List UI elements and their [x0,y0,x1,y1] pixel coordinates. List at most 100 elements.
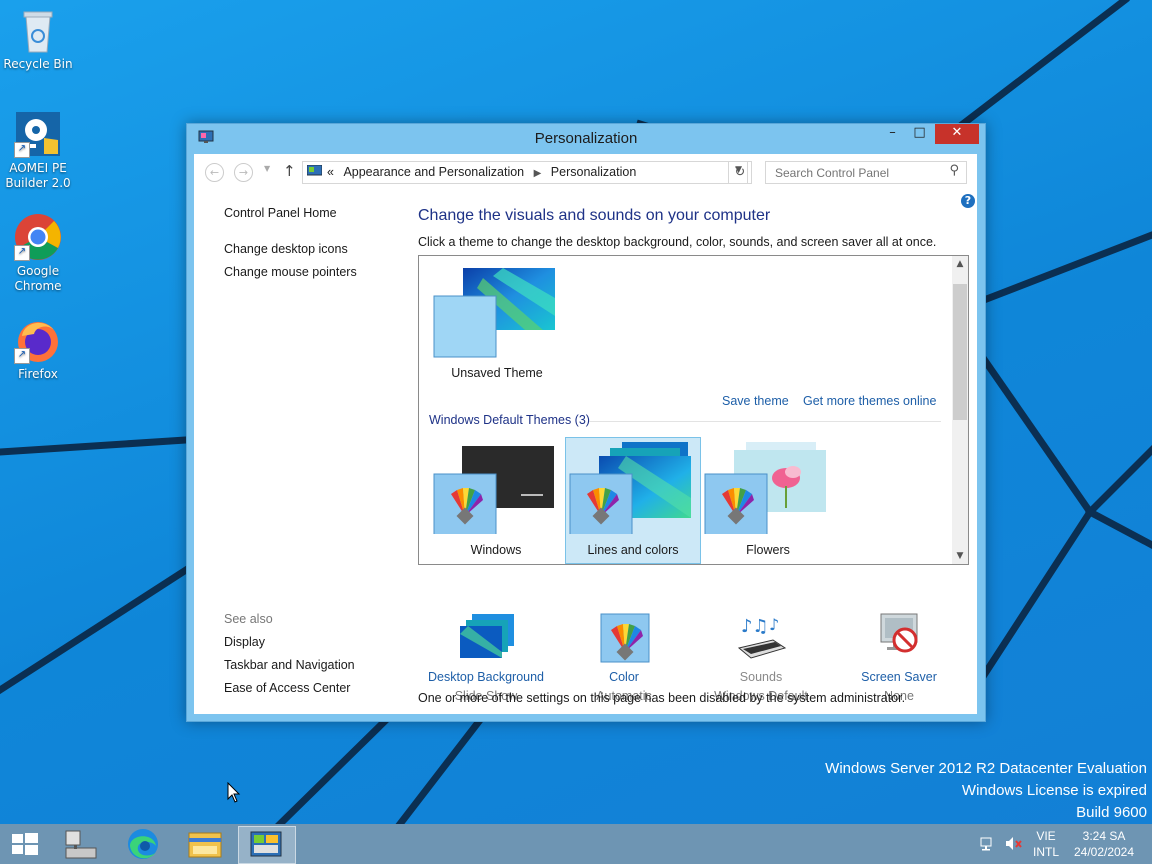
setting-title: Sounds [739,670,783,684]
see-also-label: See also [224,612,273,626]
desktop-icon-label: Google Chrome [14,264,62,293]
screen-saver-setting[interactable]: Screen Saver None [830,612,968,703]
theme-label: Lines and colors [587,543,679,557]
minimize-button[interactable]: – [879,124,906,144]
svg-text:♪: ♪ [769,615,779,634]
desktop-icon-label: Firefox [18,367,58,381]
arrow-right-icon: → [238,166,249,179]
desktop-icon-aomei[interactable]: ↗ AOMEI PE Builder 2.0 [0,110,76,191]
color-setting[interactable]: Color Automatic [555,612,693,703]
theme-preview-image [704,442,826,537]
theme-list-scrollbar[interactable]: ▲ ▼ [952,256,968,564]
control-panel-home-link[interactable]: Control Panel Home [224,206,337,220]
clock[interactable]: 3:24 SA 24/02/2024 [1070,828,1138,860]
up-button[interactable]: ↑ [283,162,296,180]
recycle-bin-icon [14,6,62,54]
theme-list[interactable]: Unsaved Theme Save theme Get more themes… [418,255,969,565]
setting-title[interactable]: Desktop Background [417,670,555,684]
svg-text:♪♫: ♪♫ [741,616,769,637]
scroll-thumb[interactable] [953,284,967,420]
taskbar-control-panel[interactable] [238,826,296,864]
taskbar-server-manager[interactable] [54,826,108,862]
shortcut-arrow-icon: ↗ [14,245,30,261]
desktop-icon-firefox[interactable]: ↗ Firefox [0,316,76,382]
unsaved-theme-thumbnail[interactable] [433,268,557,358]
taskbar-navigation-link[interactable]: Taskbar and Navigation [224,658,355,672]
save-theme-link[interactable]: Save theme [722,394,789,408]
page-description: Click a theme to change the desktop back… [418,235,937,249]
volume-muted-icon[interactable] [1005,836,1023,852]
mouse-cursor-icon [227,782,241,803]
personalization-window: Personalization – □ ✕ ← → ▼ ↑ « Appearan… [186,123,986,722]
search-input[interactable] [773,165,942,181]
default-themes-group-header[interactable]: Windows Default Themes (3) [429,413,590,427]
admin-disabled-notice: One or more of the settings on this page… [418,691,906,705]
breadcrumb-appearance[interactable]: Appearance and Personalization [343,165,524,179]
close-button[interactable]: ✕ [935,124,979,144]
network-icon[interactable] [980,837,996,851]
address-overflow[interactable]: « [327,165,334,179]
desktop-icon-label: AOMEI PE Builder 2.0 [5,161,71,190]
window-title: Personalization [534,130,638,147]
keyboard-layout: INTL [1032,845,1059,859]
search-box[interactable]: ⚲ [765,161,967,184]
start-button[interactable] [0,826,50,862]
desktop-icon-label: Recycle Bin [3,57,73,71]
edge-icon [128,829,158,859]
taskbar-file-explorer[interactable] [178,826,232,862]
group-divider [589,421,941,422]
input-language-indicator[interactable]: VIE INTL [1030,828,1062,860]
sounds-setting: ♪♫ ♪ Sounds Windows Default [692,612,830,703]
color-icon [596,612,652,664]
watermark-line: Windows License is expired [961,782,1147,799]
recent-locations-button[interactable]: ▼ [264,164,270,173]
server-manager-icon [65,830,97,859]
back-button[interactable]: ← [205,163,224,182]
scroll-down-icon[interactable]: ▼ [952,548,968,564]
scroll-up-icon[interactable]: ▲ [952,256,968,272]
change-desktop-icons-link[interactable]: Change desktop icons [224,242,348,256]
start-icon [12,833,38,855]
control-panel-icon [307,165,322,176]
desktop-icon-recycle-bin[interactable]: Recycle Bin [0,6,76,72]
aomei-icon: ↗ [14,110,62,158]
taskbar: VIE INTL 3:24 SA 24/02/2024 [0,824,1152,864]
desktop-background-setting[interactable]: Desktop Background Slide Show [417,612,555,703]
file-explorer-icon [188,832,222,858]
ease-of-access-link[interactable]: Ease of Access Center [224,681,350,695]
search-icon[interactable]: ⚲ [949,163,959,178]
sounds-icon: ♪♫ ♪ [733,612,789,664]
get-more-themes-link[interactable]: Get more themes online [803,394,936,408]
taskbar-edge[interactable] [116,826,170,862]
title-bar[interactable]: Personalization – □ ✕ [187,124,985,154]
setting-title[interactable]: Screen Saver [830,670,968,684]
unsaved-theme-label[interactable]: Unsaved Theme [433,366,561,380]
window-client: ← → ▼ ↑ « Appearance and Personalization… [194,154,977,714]
desktop-icon-chrome[interactable]: ↗ Google Chrome [0,213,76,294]
theme-label: Flowers [746,543,790,557]
language-code: VIE [1036,829,1056,843]
address-bar[interactable]: « Appearance and Personalization ▶ Perso… [302,161,748,184]
arrow-up-icon: ↑ [283,162,296,180]
chrome-icon: ↗ [14,213,62,261]
refresh-icon: ↻ [734,165,746,180]
windows-watermark: Windows Server 2012 R2 Datacenter Evalua… [825,758,1147,824]
display-link[interactable]: Display [224,635,265,649]
theme-flowers[interactable]: Flowers [701,438,835,563]
desktop-background-icon [458,612,514,664]
change-mouse-pointers-link[interactable]: Change mouse pointers [224,265,357,279]
maximize-button[interactable]: □ [906,124,933,144]
theme-preview-image [569,442,691,537]
shortcut-arrow-icon: ↗ [14,348,30,364]
breadcrumb-separator-icon[interactable]: ▶ [534,168,542,179]
help-button[interactable]: ? [961,194,975,208]
clock-time: 3:24 SA [1082,829,1126,843]
setting-title[interactable]: Color [555,670,693,684]
theme-windows[interactable]: Windows [429,438,563,563]
navigation-bar: ← → ▼ ↑ « Appearance and Personalization… [194,154,977,190]
theme-lines-and-colors[interactable]: Lines and colors [565,437,701,564]
theme-label: Windows [470,543,522,557]
refresh-button[interactable]: ↻ [728,161,752,184]
forward-button[interactable]: → [234,163,253,182]
breadcrumb-personalization[interactable]: Personalization [551,165,636,179]
